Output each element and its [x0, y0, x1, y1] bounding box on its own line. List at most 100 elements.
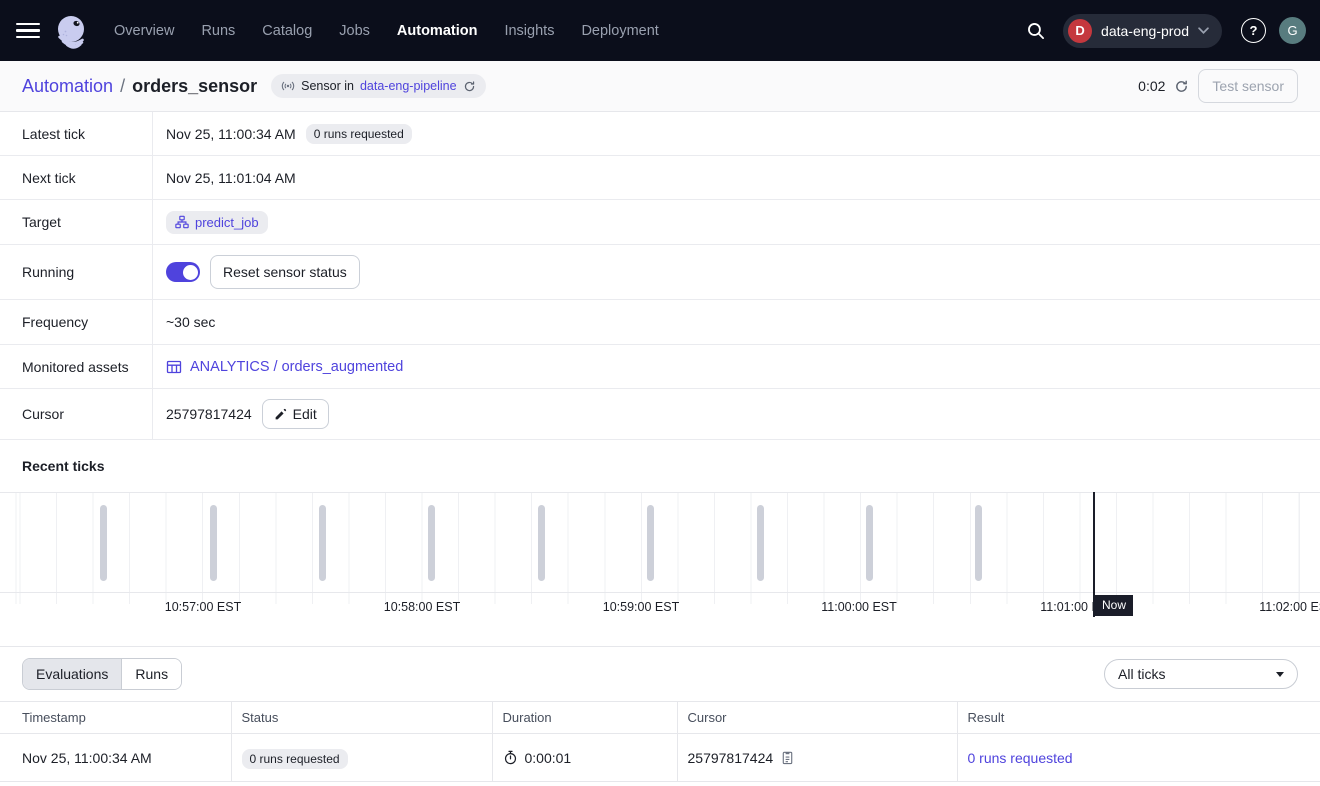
nav-insights[interactable]: Insights [504, 23, 554, 39]
detail-row-running: Running Reset sensor status [0, 245, 1320, 300]
reload-location-icon [463, 80, 476, 93]
cell-timestamp: Nov 25, 11:00:34 AM [0, 734, 231, 782]
col-duration: Duration [492, 702, 677, 734]
detail-row-latest-tick: Latest tick Nov 25, 11:00:34 AM 0 runs r… [0, 112, 1320, 156]
job-graph-icon [175, 215, 189, 229]
tick-bar[interactable] [757, 505, 764, 581]
page-title: orders_sensor [132, 76, 257, 97]
target-job-link[interactable]: predict_job [166, 211, 268, 234]
col-result: Result [957, 702, 1320, 734]
tab-evaluations[interactable]: Evaluations [23, 659, 121, 689]
toggle-knob [183, 265, 198, 280]
col-status: Status [231, 702, 492, 734]
nav-catalog[interactable]: Catalog [262, 23, 312, 39]
top-navigation: Overview Runs Catalog Jobs Automation In… [0, 0, 1320, 61]
page-header: Automation / orders_sensor Sensor in dat… [0, 61, 1320, 112]
detail-row-cursor: Cursor 25797817424 Edit [0, 389, 1320, 440]
asset-table-icon [166, 359, 182, 375]
row-label: Monitored assets [0, 345, 153, 388]
result-link[interactable]: 0 runs requested [968, 750, 1073, 766]
tick-bar[interactable] [647, 505, 654, 581]
edit-cursor-label: Edit [293, 406, 317, 422]
edit-cursor-button[interactable]: Edit [262, 399, 329, 429]
help-button[interactable]: ? [1241, 18, 1266, 43]
copy-cursor-button[interactable] [780, 750, 795, 765]
dagster-logo-icon[interactable] [52, 12, 90, 50]
main-nav: Overview Runs Catalog Jobs Automation In… [114, 23, 659, 39]
col-timestamp: Timestamp [0, 702, 231, 734]
sensor-location-badge: Sensor in data-eng-pipeline [271, 74, 485, 98]
user-avatar[interactable]: G [1279, 17, 1306, 44]
refresh-icon [1174, 79, 1189, 94]
sensor-badge-prefix: Sensor in [301, 79, 354, 93]
latest-tick-status-badge: 0 runs requested [306, 124, 412, 144]
code-location-link[interactable]: data-eng-pipeline [360, 79, 457, 93]
row-label: Next tick [0, 156, 153, 199]
workspace-avatar: D [1068, 19, 1092, 43]
test-sensor-button[interactable]: Test sensor [1198, 69, 1298, 103]
menu-icon[interactable] [16, 23, 40, 39]
tab-runs[interactable]: Runs [121, 659, 181, 689]
sensor-icon [281, 79, 295, 93]
tick-bar[interactable] [428, 505, 435, 581]
running-toggle[interactable] [166, 262, 200, 282]
time-axis-label: 11:00:00 EST [821, 600, 897, 614]
tick-bar[interactable] [538, 505, 545, 581]
tick-filter-value: All ticks [1118, 666, 1165, 682]
time-axis-label: 10:58:00 EST [384, 600, 460, 614]
latest-tick-timestamp: Nov 25, 11:00:34 AM [166, 126, 296, 142]
breadcrumb-automation-link[interactable]: Automation [22, 76, 113, 97]
tick-bar[interactable] [319, 505, 326, 581]
detail-row-next-tick: Next tick Nov 25, 11:01:04 AM [0, 156, 1320, 200]
nav-deployment[interactable]: Deployment [581, 23, 658, 39]
workspace-name: data-eng-prod [1101, 23, 1189, 39]
nav-overview[interactable]: Overview [114, 23, 174, 39]
cursor-value: 25797817424 [166, 406, 252, 422]
time-axis-label: 11:02:00 EST [1259, 600, 1320, 614]
reset-sensor-status-button[interactable]: Reset sensor status [210, 255, 360, 289]
clipboard-icon [780, 750, 795, 765]
detail-row-target: Target predict_job [0, 200, 1320, 245]
cell-duration: 0:00:01 [525, 750, 572, 766]
tick-bar[interactable] [210, 505, 217, 581]
tick-bar[interactable] [975, 505, 982, 581]
time-axis-label: 10:59:00 EST [603, 600, 679, 614]
chevron-down-icon [1198, 27, 1209, 34]
evaluations-toolbar: Evaluations Runs All ticks [0, 647, 1320, 701]
recent-ticks-heading: Recent ticks [0, 440, 1320, 492]
target-job-name: predict_job [195, 215, 259, 230]
nav-jobs[interactable]: Jobs [339, 23, 370, 39]
breadcrumb-separator: / [120, 76, 125, 97]
workspace-switcher[interactable]: D data-eng-prod [1063, 14, 1222, 48]
row-label: Frequency [0, 300, 153, 344]
detail-row-frequency: Frequency ~30 sec [0, 300, 1320, 345]
monitored-asset-name: ANALYTICS / orders_augmented [190, 359, 403, 375]
tick-filter-select[interactable]: All ticks [1104, 659, 1298, 689]
sensor-details: Latest tick Nov 25, 11:00:34 AM 0 runs r… [0, 112, 1320, 440]
next-tick-timestamp: Nov 25, 11:01:04 AM [166, 170, 296, 186]
row-label: Running [0, 245, 153, 299]
tick-bar[interactable] [866, 505, 873, 581]
stopwatch-icon [503, 750, 518, 765]
time-axis-label: 10:57:00 EST [165, 600, 241, 614]
col-cursor: Cursor [677, 702, 957, 734]
evaluations-runs-tabs: Evaluations Runs [22, 658, 182, 690]
pencil-icon [274, 408, 287, 421]
now-badge: Now [1095, 595, 1133, 616]
nav-automation[interactable]: Automation [397, 23, 478, 39]
recent-ticks-plot [0, 492, 1320, 593]
chevron-down-icon [1276, 672, 1284, 677]
search-button[interactable] [1020, 16, 1050, 46]
status-badge: 0 runs requested [242, 749, 348, 769]
tick-bar[interactable] [100, 505, 107, 581]
table-row: Nov 25, 11:00:34 AM 0 runs requested 0:0… [0, 734, 1320, 782]
table-header-row: Timestamp Status Duration Cursor Result [0, 702, 1320, 734]
cell-cursor: 25797817424 [688, 750, 774, 766]
nav-runs[interactable]: Runs [201, 23, 235, 39]
row-label: Latest tick [0, 112, 153, 155]
frequency-value: ~30 sec [166, 314, 215, 330]
poll-countdown: 0:02 [1138, 78, 1165, 94]
search-icon [1026, 21, 1045, 40]
row-label: Cursor [0, 389, 153, 439]
monitored-asset-link[interactable]: ANALYTICS / orders_augmented [166, 359, 403, 375]
